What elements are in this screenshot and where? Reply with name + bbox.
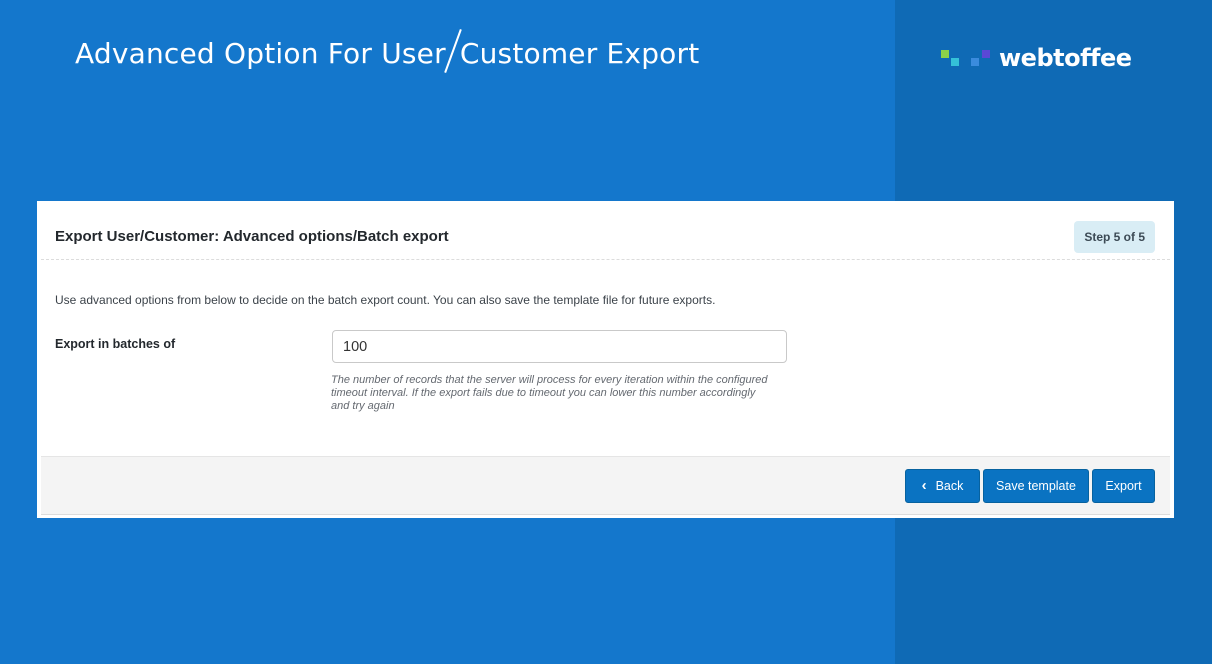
card-header: Export User/Customer: Advanced options/B… <box>41 212 1170 260</box>
step-badge: Step 5 of 5 <box>1074 221 1155 253</box>
brand-logo: webtoffee <box>941 44 1132 72</box>
hero-title: Advanced Option For User Customer Export <box>75 29 700 74</box>
card-title: Export User/Customer: Advanced options/B… <box>55 228 449 245</box>
hero-title-part2: Customer Export <box>459 37 700 70</box>
batch-size-help: The number of records that the server wi… <box>331 374 768 412</box>
chevron-left-icon: ‹ <box>921 476 927 494</box>
brand-mark-icon <box>941 46 993 70</box>
hero-title-part1: Advanced Option For User <box>75 37 446 70</box>
save-template-button[interactable]: Save template <box>983 469 1089 503</box>
brand-name: webtoffee <box>999 44 1132 72</box>
export-button-label: Export <box>1105 479 1142 493</box>
intro-text: Use advanced options from below to decid… <box>55 293 716 307</box>
back-button-label: Back <box>935 479 964 493</box>
save-template-label: Save template <box>996 479 1076 493</box>
batch-size-input[interactable] <box>332 330 787 363</box>
back-button[interactable]: ‹ Back <box>905 469 980 503</box>
export-button[interactable]: Export <box>1092 469 1155 503</box>
export-card: Export User/Customer: Advanced options/B… <box>37 201 1174 518</box>
card-footer: ‹ Back Save template Export <box>41 456 1170 514</box>
batch-size-label: Export in batches of <box>55 337 176 351</box>
card-panel: Export User/Customer: Advanced options/B… <box>41 212 1170 515</box>
